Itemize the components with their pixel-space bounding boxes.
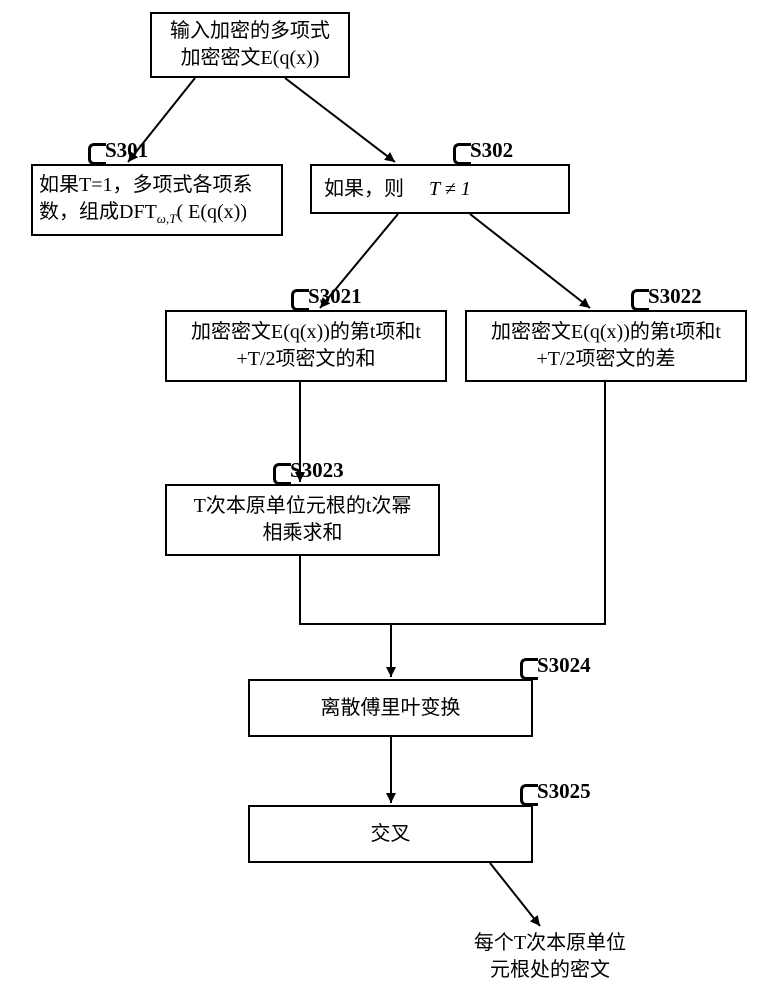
s301-line2-sub: ω,T	[157, 211, 177, 226]
s301-line2-tail: ( E(q(x))	[176, 201, 247, 223]
output-line1: 每个T次本原单位	[474, 932, 626, 954]
bracket-s3022	[631, 289, 649, 311]
output-line2: 元根处的密文	[490, 959, 610, 981]
node-input: 输入加密的多项式 加密密文E(q(x))	[150, 12, 350, 78]
input-line1: 输入加密的多项式	[170, 20, 330, 42]
bracket-s302	[453, 143, 471, 165]
label-s3025: S3025	[537, 779, 591, 804]
s3024-text: 离散傅里叶变换	[321, 695, 461, 722]
node-s3021: 加密密文E(q(x))的第t项和t +T/2项密文的和	[165, 310, 447, 382]
input-line2: 加密密文E(q(x))	[181, 47, 320, 69]
s302-text-right: T ≠ 1	[429, 178, 471, 200]
s302-text-left: 如果，则	[324, 178, 404, 200]
output-text: 每个T次本原单位 元根处的密文	[440, 930, 660, 984]
s3023-line2: 相乘求和	[263, 522, 343, 544]
s3023-line1: T次本原单位元根的t次幂	[194, 495, 412, 517]
label-s3024: S3024	[537, 653, 591, 678]
s3022-line2: +T/2项密文的差	[536, 348, 675, 370]
s3021-line1: 加密密文E(q(x))的第t项和t	[191, 321, 421, 343]
label-s301: S301	[105, 138, 148, 163]
label-s3023: S3023	[290, 458, 344, 483]
bracket-s301	[88, 143, 106, 165]
label-s3022: S3022	[648, 284, 702, 309]
s301-line2: 数，组成DFT	[39, 201, 157, 223]
bracket-s3024	[520, 658, 538, 680]
bracket-s3023	[273, 463, 291, 485]
node-s302: 如果，则 T ≠ 1	[310, 164, 570, 214]
s3025-text: 交叉	[371, 821, 411, 848]
s3021-line2: +T/2项密文的和	[236, 348, 375, 370]
node-s3023: T次本原单位元根的t次幂 相乘求和	[165, 484, 440, 556]
node-s3022: 加密密文E(q(x))的第t项和t +T/2项密文的差	[465, 310, 747, 382]
bracket-s3025	[520, 784, 538, 806]
node-s3025: 交叉	[248, 805, 533, 863]
s3022-line1: 加密密文E(q(x))的第t项和t	[491, 321, 721, 343]
node-s3024: 离散傅里叶变换	[248, 679, 533, 737]
label-s3021: S3021	[308, 284, 362, 309]
bracket-s3021	[291, 289, 309, 311]
label-s302: S302	[470, 138, 513, 163]
node-s301: 如果T=1，多项式各项系 数，组成DFTω,T( E(q(x))	[31, 164, 283, 236]
s301-line1: 如果T=1，多项式各项系	[39, 174, 253, 196]
